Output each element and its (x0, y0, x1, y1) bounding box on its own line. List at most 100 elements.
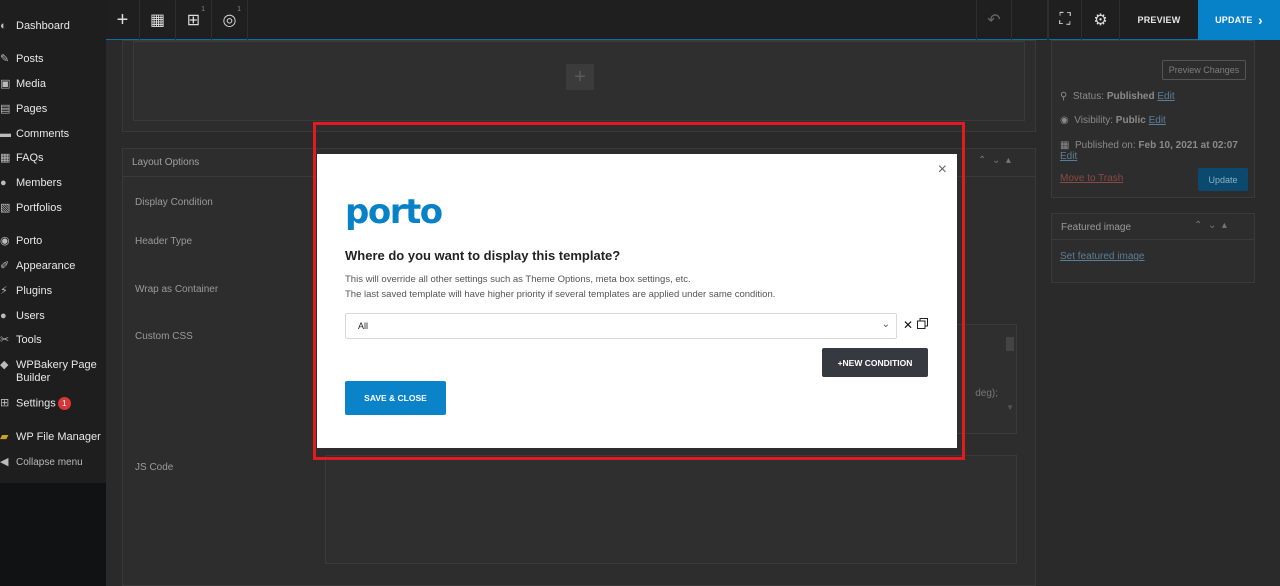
sidebar-item-label: Pages (16, 103, 48, 115)
display-conditions-button[interactable]: ◎ 1 (212, 0, 248, 40)
visibility-edit-link[interactable]: Edit (1149, 115, 1166, 126)
sidebar-item-label: Settings 1 (16, 397, 106, 410)
published-value: Feb 10, 2021 at 02:07 (1138, 140, 1238, 151)
status-row: ⚲ Status: Published Edit (1060, 91, 1175, 102)
js-code-textarea[interactable] (325, 455, 1017, 564)
close-icon[interactable]: × (938, 161, 947, 179)
sidebar-item-label: Members (16, 177, 62, 189)
sidebar-item-wpbakery[interactable]: ◆ WPBakery Page Builder (0, 359, 106, 385)
publish-update-button[interactable]: Update (1198, 168, 1248, 191)
sidebar-item-faqs[interactable]: ▦ FAQs (0, 152, 106, 165)
field-wrap-container: Wrap as Container (135, 284, 219, 295)
remove-condition-icon[interactable]: ✕ (903, 318, 913, 332)
sidebar-item-dashboard[interactable]: ◐ Dashboard (0, 20, 106, 33)
members-icon: ● (0, 177, 7, 189)
sidebar-item-label: WPBakery Page Builder (16, 359, 97, 384)
sidebar-item-file-manager[interactable]: ▰ WP File Manager (0, 431, 106, 444)
chevron-right-icon: › (1258, 12, 1263, 28)
sidebar-item-posts[interactable]: ✎ Posts (0, 53, 106, 66)
file-manager-icon: ▰ (0, 431, 9, 443)
add-element-button[interactable]: + (106, 0, 140, 40)
builder-canvas: + (122, 40, 1036, 132)
add-row-button[interactable]: + (566, 64, 594, 90)
sidebar-item-label: Tools (16, 334, 42, 346)
collapse-menu-label: Collapse menu (16, 457, 83, 468)
css-snippet: deg); (975, 388, 998, 399)
tools-icon: ✂ (0, 334, 10, 346)
set-featured-row: Set featured image (1060, 251, 1145, 262)
portfolios-icon: ▧ (0, 202, 11, 214)
field-custom-css: Custom CSS (135, 331, 193, 342)
sidebar-item-pages[interactable]: ▤ Pages (0, 103, 106, 116)
sidebar-item-members[interactable]: ● Members (0, 177, 106, 190)
preview-changes-label: Preview Changes (1168, 65, 1240, 75)
plus-icon: + (116, 8, 129, 31)
settings-button[interactable]: ⚙ (1082, 0, 1120, 40)
sidebar-item-media[interactable]: ▣ Media (0, 78, 106, 91)
pin-icon: ⚲ (1060, 91, 1068, 102)
divider (1052, 239, 1254, 240)
gear-icon: ⚙ (1093, 12, 1108, 29)
sidebar-item-tools[interactable]: ✂ Tools (0, 334, 106, 347)
featured-box-controls[interactable]: ⌃ ⌄ ▴ (1194, 220, 1227, 231)
publish-update-label: Update (1208, 174, 1238, 185)
sidebar-item-label: Users (16, 310, 45, 322)
collapse-icon: ◀ (0, 456, 9, 468)
published-edit-link[interactable]: Edit (1060, 151, 1077, 162)
published-label: Published on: (1075, 140, 1136, 151)
layout-options-title: Layout Options (132, 157, 200, 168)
eye-icon: ◉ (1060, 115, 1069, 126)
sidebar-item-plugins[interactable]: ⚡ Plugins (0, 285, 106, 298)
conditions-count: 1 (237, 6, 241, 13)
fullscreen-button[interactable]: ⛶ (1048, 0, 1082, 40)
admin-menu: ◐ Dashboard ✎ Posts ▣ Media ▤ Pages ▬ Co… (0, 0, 106, 483)
sidebar-item-porto[interactable]: ◉ Porto (0, 235, 106, 248)
preview-button[interactable]: PREVIEW (1120, 0, 1198, 40)
sidebar-item-settings-label: Settings (16, 397, 56, 410)
display-condition-modal: × porto Where do you want to display thi… (317, 154, 957, 448)
comments-icon: ▬ (0, 128, 11, 140)
visibility-label: Visibility: (1074, 115, 1114, 126)
sidebar-item-comments[interactable]: ▬ Comments (0, 128, 106, 141)
posts-icon: ✎ (0, 53, 10, 65)
preview-changes-button[interactable]: Preview Changes (1162, 60, 1246, 80)
undo-icon: ↶ (987, 12, 1001, 29)
new-condition-button[interactable]: +NEW CONDITION (822, 348, 928, 377)
target-icon: ◎ (222, 12, 237, 29)
undo-button[interactable]: ↶ (976, 0, 1012, 40)
navigator-button[interactable]: ⊞ 1 (176, 0, 212, 40)
update-button[interactable]: UPDATE › (1198, 0, 1280, 40)
sidebar-footer (0, 483, 106, 586)
sidebar-item-portfolios[interactable]: ▧ Portfolios (0, 202, 106, 215)
templates-button[interactable]: ▦ (140, 0, 176, 40)
sidebar-item-label: FAQs (16, 152, 44, 164)
modal-title: Where do you want to display this templa… (345, 248, 621, 263)
sidebar-item-settings[interactable]: ⊞ Settings 1 (0, 397, 106, 410)
sidebar-item-label: Media (16, 78, 46, 90)
sitemap-icon: ⊞ (186, 12, 201, 29)
update-label: UPDATE (1215, 15, 1253, 25)
publish-box: Preview Changes ⚲ Status: Published Edit… (1051, 40, 1255, 198)
save-close-button[interactable]: SAVE & CLOSE (345, 381, 446, 415)
builder-toolbar: + ▦ ⊞ 1 ◎ 1 ↶ ⛶ ⚙ PREVIEW UPDATE › (106, 0, 1280, 40)
pages-icon: ▤ (0, 103, 11, 115)
trash-row: Move to Trash (1060, 173, 1123, 184)
chevron-up-icon: ⌃ (978, 155, 987, 166)
field-js-code: JS Code (135, 462, 174, 473)
copy-icon[interactable] (917, 318, 928, 329)
scroll-down-icon[interactable]: ▼ (1006, 403, 1014, 412)
status-edit-link[interactable]: Edit (1157, 91, 1174, 102)
visibility-value: Public (1115, 115, 1146, 126)
sidebar-item-appearance[interactable]: ✐ Appearance (0, 260, 106, 273)
collapse-menu[interactable]: ◀ Collapse menu (0, 456, 106, 469)
media-icon: ▣ (0, 78, 11, 90)
appearance-icon: ✐ (0, 260, 10, 272)
chevron-down-icon: ⌄ (881, 319, 890, 330)
modal-description-line1: This will override all other settings su… (345, 274, 691, 285)
set-featured-image-link[interactable]: Set featured image (1060, 251, 1145, 262)
scrollbar-thumb[interactable] (1006, 337, 1014, 351)
box-controls[interactable]: ⌃ ⌄ ▴ (978, 155, 1011, 166)
move-to-trash-link[interactable]: Move to Trash (1060, 173, 1123, 184)
condition-select[interactable]: All ⌄ (345, 313, 897, 339)
sidebar-item-users[interactable]: ● Users (0, 310, 106, 323)
